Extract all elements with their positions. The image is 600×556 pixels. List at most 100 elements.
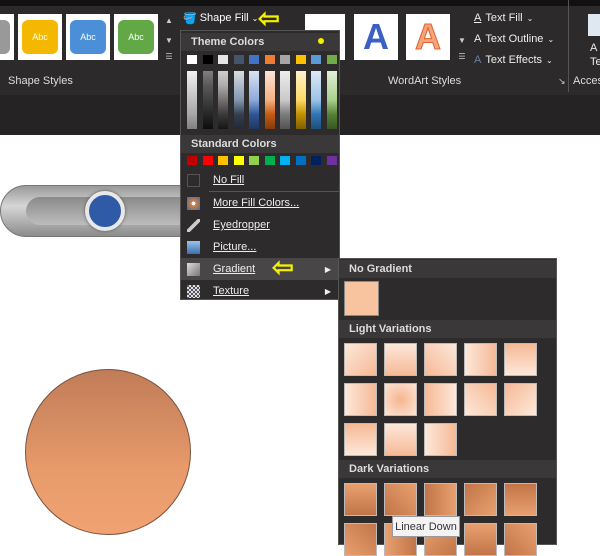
theme-shade-column[interactable] bbox=[326, 71, 337, 129]
dark-gradient-swatch[interactable] bbox=[384, 483, 417, 516]
light-gradient-swatch[interactable] bbox=[384, 343, 417, 376]
menu-item-picture[interactable]: Picture... bbox=[181, 236, 339, 258]
picture-icon bbox=[187, 241, 200, 254]
light-variations-header: Light Variations bbox=[339, 320, 556, 338]
shape-style-thumb[interactable]: Abc bbox=[18, 14, 62, 60]
style-label: Abc bbox=[70, 20, 106, 54]
theme-color-swatch[interactable] bbox=[218, 55, 228, 64]
light-gradient-swatch[interactable] bbox=[384, 423, 417, 456]
annotation-arrow-icon: ⇦ bbox=[272, 252, 294, 282]
theme-color-swatch[interactable] bbox=[311, 55, 321, 64]
menu-item-texture[interactable]: Texture ▶ bbox=[181, 280, 339, 302]
menu-item-label: No Fill bbox=[213, 174, 245, 186]
tooltip: Linear Down bbox=[392, 516, 460, 537]
dark-gradient-swatch[interactable] bbox=[464, 483, 497, 516]
submenu-arrow-icon: ▶ bbox=[324, 286, 331, 296]
dark-gradient-swatch[interactable] bbox=[504, 523, 537, 556]
light-gradient-swatch[interactable] bbox=[504, 343, 537, 376]
dark-gradient-swatch[interactable] bbox=[464, 523, 497, 556]
text-effects-button[interactable]: A Text Effects ⌄ bbox=[474, 54, 553, 66]
wordart-thumb[interactable]: A bbox=[406, 14, 450, 60]
menu-item-eyedropper[interactable]: Eyedropper bbox=[181, 214, 339, 236]
theme-color-swatch[interactable] bbox=[249, 55, 259, 64]
standard-color-swatch[interactable] bbox=[280, 156, 290, 165]
menu-item-more-fill-colors[interactable]: More Fill Colors... bbox=[181, 192, 339, 214]
theme-color-swatch[interactable] bbox=[233, 55, 244, 64]
dialog-launcher-icon[interactable]: ↘ bbox=[558, 76, 566, 87]
dark-gradient-swatch[interactable] bbox=[424, 483, 457, 516]
scroll-down-button[interactable]: ▼ bbox=[456, 36, 468, 45]
texture-icon bbox=[187, 285, 200, 298]
light-gradient-swatch[interactable] bbox=[424, 423, 457, 456]
label: Text Effects bbox=[485, 54, 542, 66]
theme-shade-column[interactable] bbox=[264, 71, 275, 129]
menu-item-gradient[interactable]: Gradient ▶ bbox=[181, 258, 339, 280]
theme-shade-column[interactable] bbox=[249, 71, 259, 129]
shape-style-thumb[interactable] bbox=[0, 14, 14, 60]
alt-text-label: Te bbox=[590, 56, 600, 68]
theme-shade-column[interactable] bbox=[187, 71, 197, 129]
wordart-thumb[interactable]: A bbox=[354, 14, 398, 60]
theme-shade-column[interactable] bbox=[218, 71, 228, 129]
theme-color-swatch[interactable] bbox=[326, 55, 337, 64]
text-fill-icon: A bbox=[474, 12, 482, 24]
shape-style-thumb[interactable]: Abc bbox=[66, 14, 110, 60]
gradient-submenu: No Gradient Light Variations Dark Variat… bbox=[338, 258, 557, 556]
theme-color-swatch[interactable] bbox=[280, 55, 290, 64]
text-fill-button[interactable]: A Text Fill ⌄ bbox=[474, 12, 533, 24]
shape-fill-button[interactable]: 🪣 Shape Fill ⌄ bbox=[183, 8, 258, 28]
dark-gradient-swatch[interactable] bbox=[344, 523, 377, 556]
light-gradient-swatch[interactable] bbox=[464, 383, 497, 416]
alt-text-icon[interactable] bbox=[588, 14, 600, 36]
menu-item-label: Eyedropper bbox=[213, 219, 270, 231]
dark-gradient-swatch[interactable] bbox=[504, 483, 537, 516]
standard-color-swatch[interactable] bbox=[187, 156, 197, 165]
standard-color-swatch[interactable] bbox=[218, 156, 228, 165]
gradient-circle-shape[interactable] bbox=[25, 369, 191, 535]
color-wheel-icon bbox=[187, 197, 200, 210]
theme-color-swatch[interactable] bbox=[295, 55, 306, 64]
theme-shade-column[interactable] bbox=[295, 71, 306, 129]
light-gradient-swatch[interactable] bbox=[464, 343, 497, 376]
divider bbox=[568, 0, 569, 92]
scroll-down-button[interactable]: ▼ bbox=[163, 36, 175, 45]
theme-colors-header: Theme Colors bbox=[181, 33, 339, 51]
light-gradient-swatch[interactable] bbox=[424, 343, 457, 376]
theme-shade-column[interactable] bbox=[280, 71, 290, 129]
light-gradient-swatch[interactable] bbox=[424, 383, 457, 416]
more-wordart-button[interactable]: ☰ bbox=[456, 52, 468, 61]
theme-shade-column[interactable] bbox=[233, 71, 244, 129]
theme-color-swatch[interactable] bbox=[202, 55, 213, 64]
menu-item-label: Gradient bbox=[213, 263, 256, 275]
standard-color-swatch[interactable] bbox=[311, 156, 321, 165]
eyedropper-icon bbox=[187, 219, 200, 232]
standard-color-swatch[interactable] bbox=[264, 156, 275, 165]
light-gradient-swatch[interactable] bbox=[344, 383, 377, 416]
theme-color-swatch[interactable] bbox=[187, 55, 197, 64]
standard-color-swatch[interactable] bbox=[202, 156, 213, 165]
standard-color-swatch[interactable] bbox=[295, 156, 306, 165]
standard-color-swatch[interactable] bbox=[249, 156, 259, 165]
light-gradient-swatch[interactable] bbox=[344, 423, 377, 456]
dark-gradient-swatch[interactable] bbox=[344, 483, 377, 516]
standard-color-swatch[interactable] bbox=[326, 156, 337, 165]
menu-item-no-fill[interactable]: No Fill bbox=[181, 169, 339, 191]
theme-shade-column[interactable] bbox=[311, 71, 321, 129]
scroll-up-button[interactable]: ▲ bbox=[163, 16, 175, 25]
slider-knob[interactable] bbox=[85, 191, 125, 231]
shape-style-thumb[interactable]: Abc bbox=[114, 14, 158, 60]
paint-bucket-icon: 🪣 bbox=[183, 12, 197, 25]
annotation-arrow-icon: ⇦ bbox=[258, 3, 280, 33]
no-gradient-header: No Gradient bbox=[339, 260, 556, 278]
text-outline-button[interactable]: A Text Outline ⌄ bbox=[474, 33, 554, 45]
no-fill-icon bbox=[187, 174, 200, 187]
theme-shade-column[interactable] bbox=[202, 71, 213, 129]
light-gradient-swatch[interactable] bbox=[344, 343, 377, 376]
theme-color-swatch[interactable] bbox=[264, 55, 275, 64]
style-label: Abc bbox=[22, 20, 58, 54]
no-gradient-swatch[interactable] bbox=[344, 281, 379, 316]
light-gradient-swatch[interactable] bbox=[504, 383, 537, 416]
more-styles-button[interactable]: ☰ bbox=[163, 52, 175, 61]
standard-color-swatch[interactable] bbox=[233, 156, 244, 165]
light-gradient-swatch[interactable] bbox=[384, 383, 417, 416]
